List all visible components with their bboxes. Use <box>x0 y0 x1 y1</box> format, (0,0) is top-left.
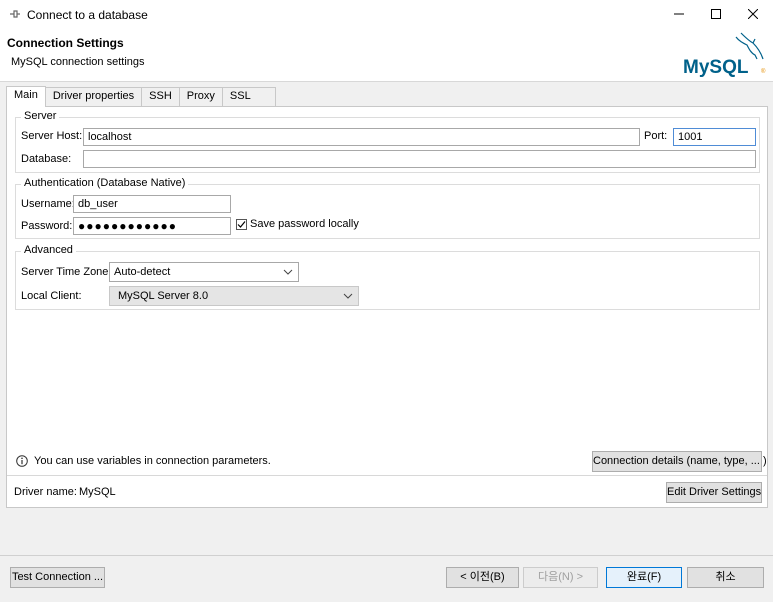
server-time-zone-value: Auto-detect <box>114 266 171 278</box>
wizard-header: Connection Settings MySQL connection set… <box>0 28 773 82</box>
next-button[interactable]: 다음(N) > <box>523 567 598 588</box>
driver-name-label: Driver name: <box>14 486 77 498</box>
checkmark-icon <box>237 221 246 228</box>
info-icon <box>16 455 28 467</box>
save-password-label[interactable]: Save password locally <box>250 218 359 230</box>
finish-button[interactable]: 완료(F) <box>606 567 682 588</box>
tab-main[interactable]: Main <box>6 86 46 107</box>
server-group-legend: Server <box>21 110 60 122</box>
variables-hint-text: You can use variables in connection para… <box>34 455 271 467</box>
svg-text:®: ® <box>761 68 766 75</box>
page-subtitle: MySQL connection settings <box>11 56 145 68</box>
port-label: Port: <box>644 130 668 142</box>
local-client-value: MySQL Server 8.0 <box>118 290 209 302</box>
database-input[interactable] <box>83 150 756 168</box>
window-title: Connect to a database <box>27 8 148 22</box>
close-button[interactable] <box>733 0 773 28</box>
authentication-group-legend: Authentication (Database Native) <box>21 177 189 189</box>
tab-proxy[interactable]: Proxy <box>178 87 223 106</box>
footer-separator <box>0 555 773 556</box>
username-label: Username: <box>21 198 75 210</box>
chevron-down-icon <box>283 269 293 275</box>
server-time-zone-label: Server Time Zone: <box>21 266 112 278</box>
window-titlebar: Connect to a database <box>0 0 773 28</box>
server-host-label: Server Host: <box>21 130 83 142</box>
cancel-button[interactable]: 취소 <box>687 567 764 588</box>
mysql-logo: MySQL ® <box>683 32 766 78</box>
maximize-button[interactable] <box>696 0 736 28</box>
password-input[interactable]: ●●●●●●●●●●●● <box>73 217 231 235</box>
settings-tabs: Main Driver properties SSH Proxy SSL <box>6 86 276 107</box>
advanced-group: Advanced Server Time Zone: Auto-detect L… <box>15 244 760 310</box>
close-icon <box>748 9 758 19</box>
back-button[interactable]: < 이전(B) <box>446 567 519 588</box>
minimize-button[interactable] <box>659 0 699 28</box>
test-connection-button[interactable]: Test Connection ... <box>10 567 105 588</box>
local-client-select[interactable]: MySQL Server 8.0 <box>109 286 359 306</box>
plug-icon <box>10 10 20 18</box>
server-time-zone-select[interactable]: Auto-detect <box>109 262 299 282</box>
chevron-down-icon <box>343 293 353 299</box>
server-host-input[interactable]: localhost <box>83 128 640 146</box>
driver-name-value: MySQL <box>79 486 116 498</box>
username-input[interactable]: db_user <box>73 195 231 213</box>
database-label: Database: <box>21 153 72 165</box>
main-tab-panel: Server Server Host: localhost Port: 1001… <box>6 106 768 508</box>
tab-ssl[interactable]: SSL <box>221 87 276 106</box>
edit-driver-settings-button[interactable]: Edit Driver Settings <box>666 482 762 503</box>
advanced-group-legend: Advanced <box>21 244 76 256</box>
tab-ssh[interactable]: SSH <box>141 87 180 106</box>
maximize-icon <box>711 9 721 19</box>
minimize-icon <box>674 13 684 15</box>
server-group: Server Server Host: localhost Port: 1001… <box>15 110 760 173</box>
connection-details-button[interactable]: Connection details (name, type, ... ) <box>592 451 767 472</box>
port-input[interactable]: 1001 <box>673 128 756 146</box>
page-title: Connection Settings <box>7 36 124 50</box>
svg-text:MySQL: MySQL <box>683 57 749 78</box>
password-label: Password: <box>21 220 73 232</box>
save-password-checkbox[interactable] <box>236 219 247 230</box>
authentication-group: Authentication (Database Native) Usernam… <box>15 177 760 239</box>
local-client-label: Local Client: <box>21 290 82 302</box>
tab-driver-properties[interactable]: Driver properties <box>44 87 143 106</box>
panel-divider <box>7 475 767 476</box>
